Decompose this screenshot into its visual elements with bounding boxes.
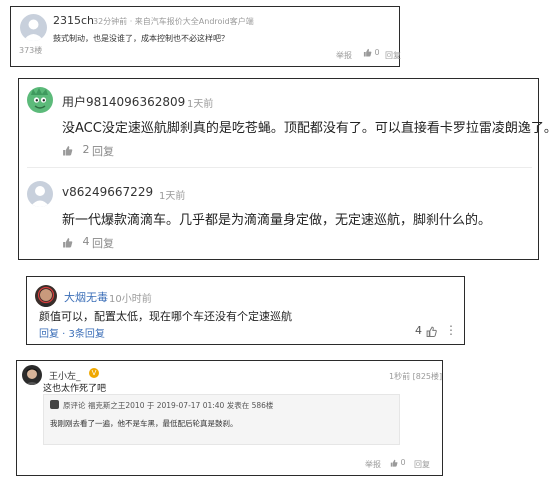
report-button[interactable]: 举报: [336, 50, 352, 61]
comment-meta: 32分钟前 · 来自汽车报价大全Android客户端: [93, 17, 254, 26]
comment-thread-card: 用户9814096362809 1天前 没ACC没定速巡航脚刹真的是吃苍蝇。顶配…: [18, 78, 554, 260]
user-silhouette-icon: [30, 186, 50, 207]
quote-header: 原评论 福克斯之王2010 于 2019-07-17 01:40 发表在 586…: [63, 401, 274, 410]
like-count: 0: [374, 48, 380, 57]
portrait-avatar-icon: [25, 368, 39, 385]
divider: [27, 167, 532, 168]
like-count: 4: [82, 235, 90, 248]
replies-link[interactable]: 回复 · 3条回复: [39, 325, 105, 340]
comment-time: 10小时前: [109, 294, 152, 305]
reply-button[interactable]: 回复: [385, 50, 401, 61]
portrait-avatar-icon: [37, 286, 55, 307]
thumbs-up-icon: [390, 459, 398, 467]
vip-badge-icon: V: [89, 368, 99, 378]
comment-card: 373楼 2315ch 32分钟前 · 来自汽车报价大全Android客户端 鼓…: [10, 6, 401, 67]
comment-text: 没ACC没定速巡航脚刹真的是吃苍蝇。顶配都没有了。可以直接看卡罗拉雷凌朗逸了。: [62, 121, 554, 136]
comment-time-floor: 1秒前 [825楼]: [389, 372, 443, 381]
reply-button[interactable]: 回复: [92, 235, 114, 251]
thumbs-up-icon: [63, 145, 73, 155]
like-count: 4: [415, 324, 422, 337]
thumbs-up-icon: [363, 48, 372, 57]
username[interactable]: v86249667229: [62, 185, 153, 199]
floor-number: 373楼: [19, 46, 43, 55]
comment-text: 这也太作死了吧: [43, 384, 107, 394]
user-silhouette-icon: [23, 19, 44, 41]
comment-time: 1天前: [159, 191, 186, 202]
avatar[interactable]: [27, 87, 53, 113]
like-button[interactable]: 0: [363, 48, 380, 57]
like-button[interactable]: 4: [62, 235, 90, 248]
quoted-comment: 原评论 福克斯之王2010 于 2019-07-17 01:40 发表在 586…: [43, 394, 400, 445]
comment-card: 大烟无毒 10小时前 颜值可以，配置太低，现在哪个车还没有个定速巡航 回复 · …: [26, 276, 465, 345]
username[interactable]: 大烟无毒: [64, 289, 108, 305]
avatar[interactable]: [22, 365, 42, 385]
like-button[interactable]: 0: [390, 458, 406, 467]
quote-text: 我刚刚去看了一遍，他不是车黑，最低配后轮真是鼓刹。: [50, 419, 238, 428]
username[interactable]: 2315ch: [53, 14, 94, 27]
reply-button[interactable]: 回复: [414, 459, 430, 470]
thumbs-up-icon: [63, 237, 73, 247]
avatar[interactable]: [27, 181, 53, 207]
quote-avatar: [50, 400, 59, 409]
monster-avatar-icon: [31, 88, 48, 109]
avatar[interactable]: [20, 14, 47, 41]
comment-text: 新一代爆款滴滴车。几乎都是为滴滴量身定做，无定速巡航，脚刹什么的。: [62, 213, 492, 228]
like-count: 2: [82, 143, 90, 156]
like-button[interactable]: 4: [415, 324, 437, 337]
like-button[interactable]: 2: [62, 143, 90, 156]
report-button[interactable]: 举报: [365, 459, 381, 470]
avatar[interactable]: [35, 285, 57, 307]
reply-button[interactable]: 回复: [92, 143, 114, 159]
comment-text: 鼓式制动，也是没谁了，成本控制也不必这样吧？: [53, 34, 229, 43]
like-count: 0: [400, 458, 406, 467]
comment-text: 颜值可以，配置太低，现在哪个车还没有个定速巡航: [39, 310, 292, 323]
username[interactable]: 用户9814096362809: [62, 93, 185, 110]
thumbs-up-icon: [426, 326, 437, 337]
comment-time: 1天前: [187, 99, 214, 110]
more-options-icon[interactable]: ⋮: [445, 323, 457, 337]
comment-card: 王小左_ V 1秒前 [825楼] 这也太作死了吧 原评论 福克斯之王2010 …: [16, 360, 443, 476]
